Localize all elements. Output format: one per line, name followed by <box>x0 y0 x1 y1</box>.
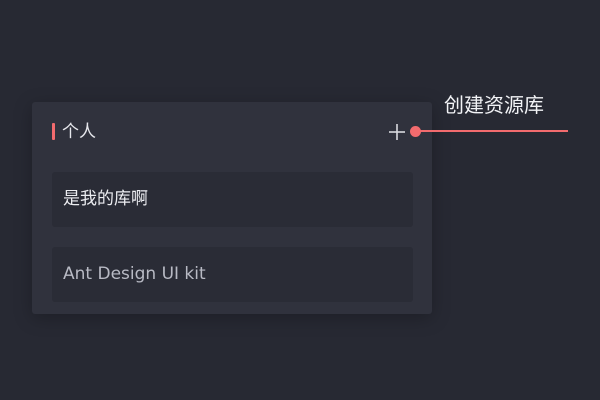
plus-icon <box>389 124 405 140</box>
library-item[interactable]: 是我的库啊 <box>52 172 413 227</box>
callout-line <box>419 130 568 132</box>
library-panel: 个人 是我的库啊 Ant Design UI kit <box>32 102 432 314</box>
add-library-button[interactable] <box>386 121 408 143</box>
canvas: 个人 是我的库啊 Ant Design UI kit 创建资源库 <box>0 0 600 400</box>
section-accent-bar <box>52 123 55 140</box>
library-item[interactable]: Ant Design UI kit <box>52 247 413 302</box>
panel-title: 个人 <box>62 122 96 142</box>
callout-dot <box>410 126 421 137</box>
panel-header: 个人 <box>52 120 414 144</box>
library-item-label: 是我的库啊 <box>63 189 148 209</box>
library-item-label: Ant Design UI kit <box>63 264 206 284</box>
callout-label: 创建资源库 <box>444 93 544 117</box>
